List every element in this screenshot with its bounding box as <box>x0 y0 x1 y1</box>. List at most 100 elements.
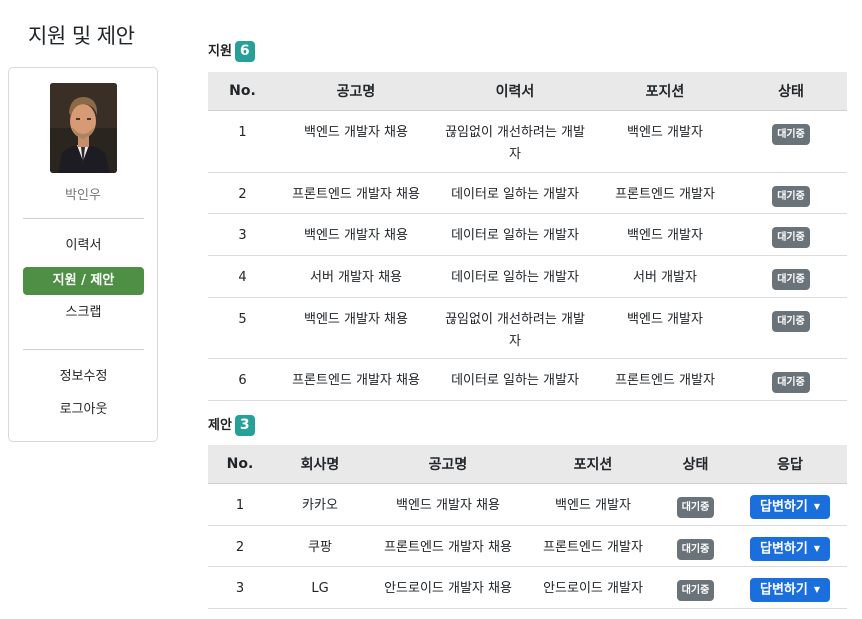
posting-title[interactable]: 백엔드 개발자 채용 <box>368 483 528 526</box>
status-badge: 대기중 <box>772 226 810 248</box>
column-header: 회사명 <box>272 445 368 484</box>
applications-table: No. 공고명 이력서 포지션 상태 1 백엔드 개발자 채용 끊임없이 개선하… <box>208 72 847 401</box>
column-header: No. <box>208 445 272 484</box>
offers-title: 제안 <box>208 418 232 433</box>
posting-title[interactable]: 백엔드 개발자 채용 <box>277 110 435 173</box>
reply-label: 답변하기 <box>760 582 808 597</box>
company-name: 카카오 <box>272 483 368 526</box>
resume-title[interactable]: 끊임없이 개선하려는 개발자 <box>435 297 595 359</box>
position: 프론트엔드 개발자 <box>595 358 735 401</box>
resume-title[interactable]: 끊임없이 개선하려는 개발자 <box>435 110 595 173</box>
reply-dropdown-button[interactable]: 답변하기 ▼ <box>750 494 830 519</box>
column-header: No. <box>208 72 277 111</box>
menu-item-applications-offers[interactable]: 지원 / 제안 <box>23 267 144 295</box>
column-header: 상태 <box>735 72 847 111</box>
posting-title[interactable]: 프론트엔드 개발자 채용 <box>277 358 435 401</box>
menu-item-edit-info[interactable]: 정보수정 <box>23 363 144 391</box>
row-number: 2 <box>208 172 277 214</box>
resume-title[interactable]: 데이터로 일하는 개발자 <box>435 255 595 298</box>
avatar-photo <box>50 83 117 173</box>
applications-section-title: 지원 6 <box>208 40 255 62</box>
column-header: 상태 <box>658 445 733 484</box>
row-number: 2 <box>208 525 272 567</box>
column-header: 공고명 <box>277 72 435 111</box>
status-badge: 대기중 <box>676 538 715 560</box>
offers-count-badge: 3 <box>234 415 255 436</box>
caret-down-icon: ▼ <box>813 584 820 594</box>
table-row: 4 서버 개발자 채용 데이터로 일하는 개발자 서버 개발자 대기중 <box>208 255 847 298</box>
position: 백엔드 개발자 <box>595 110 735 173</box>
reply-cell: 답변하기 ▼ <box>733 566 847 609</box>
posting-title[interactable]: 프론트엔드 개발자 채용 <box>277 172 435 214</box>
column-header: 포지션 <box>595 72 735 111</box>
position: 서버 개발자 <box>595 255 735 298</box>
divider <box>23 218 144 219</box>
row-number: 5 <box>208 297 277 359</box>
row-number: 1 <box>208 483 272 526</box>
table-row: 3 백엔드 개발자 채용 데이터로 일하는 개발자 백엔드 개발자 대기중 <box>208 213 847 256</box>
table-row: 2 쿠팡 프론트엔드 개발자 채용 프론트엔드 개발자 대기중 답변하기 ▼ <box>208 525 847 567</box>
status-cell: 대기중 <box>735 213 847 256</box>
status-badge: 대기중 <box>676 579 715 601</box>
status-badge: 대기중 <box>772 185 810 207</box>
menu-item-scrap[interactable]: 스크랩 <box>23 299 144 327</box>
position: 프론트엔드 개발자 <box>595 172 735 214</box>
reply-cell: 답변하기 ▼ <box>733 525 847 567</box>
status-badge: 대기중 <box>772 310 810 332</box>
column-header: 이력서 <box>435 72 595 111</box>
status-cell: 대기중 <box>735 297 847 359</box>
company-name: 쿠팡 <box>272 525 368 567</box>
row-number: 3 <box>208 213 277 256</box>
position: 프론트엔드 개발자 <box>528 525 658 567</box>
posting-title[interactable]: 서버 개발자 채용 <box>277 255 435 298</box>
status-cell: 대기중 <box>735 172 847 214</box>
row-number: 4 <box>208 255 277 298</box>
table-row: 5 백엔드 개발자 채용 끊임없이 개선하려는 개발자 백엔드 개발자 대기중 <box>208 297 847 359</box>
table-row: 1 백엔드 개발자 채용 끊임없이 개선하려는 개발자 백엔드 개발자 대기중 <box>208 110 847 173</box>
status-badge: 대기중 <box>772 123 810 145</box>
status-badge: 대기중 <box>676 496 715 518</box>
status-badge: 대기중 <box>772 371 810 393</box>
table-row: 2 프론트엔드 개발자 채용 데이터로 일하는 개발자 프론트엔드 개발자 대기… <box>208 172 847 214</box>
position: 백엔드 개발자 <box>528 483 658 526</box>
menu-item-logout[interactable]: 로그아웃 <box>23 396 144 424</box>
menu-item-resume[interactable]: 이력서 <box>23 232 144 260</box>
status-badge: 대기중 <box>772 268 810 290</box>
row-number: 1 <box>208 110 277 173</box>
applications-count-badge: 6 <box>234 41 255 62</box>
caret-down-icon: ▼ <box>813 501 820 511</box>
table-row: 3 LG 안드로이드 개발자 채용 안드로이드 개발자 대기중 답변하기 ▼ <box>208 566 847 609</box>
company-name: LG <box>272 566 368 609</box>
row-number: 3 <box>208 566 272 609</box>
offers-table: No. 회사명 공고명 포지션 상태 응답 1 카카오 백엔드 개발자 채용 백… <box>208 445 847 609</box>
resume-title[interactable]: 데이터로 일하는 개발자 <box>435 358 595 401</box>
reply-cell: 답변하기 ▼ <box>733 483 847 526</box>
posting-title[interactable]: 안드로이드 개발자 채용 <box>368 566 528 609</box>
status-cell: 대기중 <box>658 483 733 526</box>
column-header: 응답 <box>733 445 847 484</box>
reply-dropdown-button[interactable]: 답변하기 ▼ <box>750 536 830 561</box>
table-row: 1 카카오 백엔드 개발자 채용 백엔드 개발자 대기중 답변하기 ▼ <box>208 483 847 526</box>
table-header-row: No. 회사명 공고명 포지션 상태 응답 <box>208 445 847 484</box>
status-cell: 대기중 <box>658 566 733 609</box>
position: 백엔드 개발자 <box>595 213 735 256</box>
table-row: 6 프론트엔드 개발자 채용 데이터로 일하는 개발자 프론트엔드 개발자 대기… <box>208 358 847 401</box>
posting-title[interactable]: 백엔드 개발자 채용 <box>277 297 435 359</box>
posting-title[interactable]: 프론트엔드 개발자 채용 <box>368 525 528 567</box>
reply-label: 답변하기 <box>760 541 808 556</box>
reply-label: 답변하기 <box>760 499 808 514</box>
position: 안드로이드 개발자 <box>528 566 658 609</box>
table-header-row: No. 공고명 이력서 포지션 상태 <box>208 72 847 111</box>
status-cell: 대기중 <box>735 110 847 173</box>
posting-title[interactable]: 백엔드 개발자 채용 <box>277 213 435 256</box>
resume-title[interactable]: 데이터로 일하는 개발자 <box>435 172 595 214</box>
column-header: 공고명 <box>368 445 528 484</box>
page-title: 지원 및 제안 <box>28 24 135 48</box>
profile-card: 박인우 이력서 지원 / 제안 스크랩 정보수정 로그아웃 <box>8 67 158 442</box>
divider <box>23 349 144 350</box>
resume-title-text: 끊임없이 개선하려는 개발자 <box>445 311 585 349</box>
reply-dropdown-button[interactable]: 답변하기 ▼ <box>750 577 830 602</box>
applications-title: 지원 <box>208 44 232 59</box>
resume-title[interactable]: 데이터로 일하는 개발자 <box>435 213 595 256</box>
column-header: 포지션 <box>528 445 658 484</box>
